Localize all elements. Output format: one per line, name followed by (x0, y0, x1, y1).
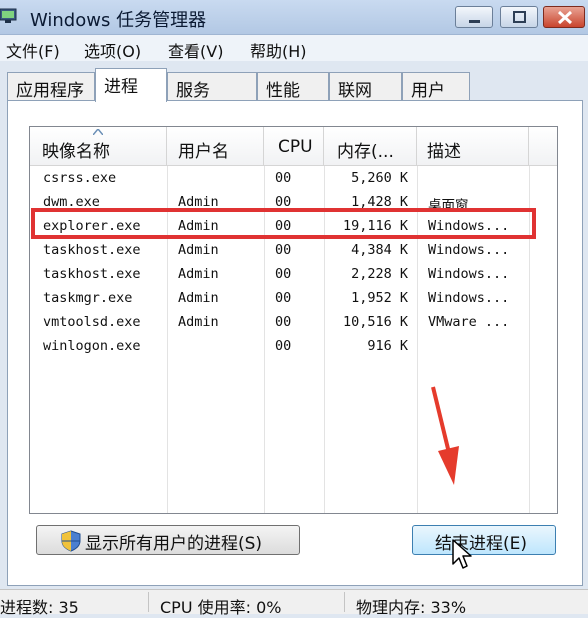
status-separator (344, 592, 345, 612)
cell-cpu: 00 (275, 266, 292, 282)
tab-applications[interactable]: 应用程序 (7, 72, 95, 101)
column-header-memory[interactable]: 内存(... (324, 127, 417, 165)
cell-image-name: dwm.exe (43, 194, 100, 210)
cell-description: Windows... (428, 242, 510, 258)
process-row[interactable]: winlogon.exe 00 916 K (30, 335, 557, 359)
cell-user: Admin (178, 314, 219, 330)
menu-options[interactable]: 选项(O) (84, 38, 141, 62)
process-row[interactable]: taskhost.exe Admin 00 4,384 K Windows... (30, 239, 557, 263)
cell-user: Admin (178, 242, 219, 258)
process-row[interactable]: taskhost.exe Admin 00 2,228 K Windows... (30, 263, 557, 287)
mouse-cursor-icon (452, 539, 472, 569)
cell-user: Admin (178, 194, 219, 210)
cell-image-name: winlogon.exe (43, 338, 141, 354)
column-header-filler (529, 127, 557, 165)
process-row[interactable]: taskmgr.exe Admin 00 1,952 K Windows... (30, 287, 557, 311)
process-row[interactable]: dwm.exe Admin 00 1,428 K 桌面窗... (30, 191, 557, 215)
end-process-label: 结束进程(E) (435, 534, 528, 554)
status-physical-memory: 物理内存: 33% (356, 598, 467, 617)
column-header-description[interactable]: 描述 (417, 127, 529, 165)
cell-image-name: taskhost.exe (43, 266, 141, 282)
menu-help[interactable]: 帮助(H) (250, 38, 307, 62)
cell-memory: 1,428 K (351, 194, 408, 210)
cell-cpu: 00 (275, 290, 292, 306)
menu-file[interactable]: 文件(F) (6, 38, 60, 62)
process-list[interactable]: 映像名称 用户名 CPU 内存(... 描述 csrss.exe 00 5,26… (29, 126, 558, 514)
menu-bar: 文件(F) 选项(O) 查看(V) 帮助(H) (0, 35, 588, 61)
cell-memory: 5,260 K (351, 170, 408, 186)
sort-arrow-icon (93, 129, 103, 135)
cell-cpu: 00 (275, 338, 292, 354)
cell-image-name: explorer.exe (43, 218, 141, 234)
column-label: 映像名称 (42, 142, 110, 162)
column-header-user-name[interactable]: 用户名 (167, 127, 264, 165)
cell-description: 桌面窗... (428, 198, 493, 214)
cell-description: VMware ... (428, 314, 510, 330)
column-header-cpu[interactable]: CPU (264, 127, 324, 165)
close-icon (557, 10, 573, 25)
cell-memory: 10,516 K (342, 314, 408, 330)
column-header-image-name[interactable]: 映像名称 (30, 127, 167, 165)
process-row[interactable]: csrss.exe 00 5,260 K (30, 167, 557, 191)
menu-view[interactable]: 查看(V) (168, 38, 223, 62)
tab-performance[interactable]: 性能 (257, 72, 329, 101)
maximize-icon (513, 11, 526, 23)
cell-cpu: 00 (275, 314, 292, 330)
cell-image-name: taskhost.exe (43, 242, 141, 258)
status-cpu-usage: CPU 使用率: 0% (160, 598, 282, 617)
process-row[interactable]: vmtoolsd.exe Admin 00 10,516 K VMware ..… (30, 311, 557, 335)
column-label: 描述 (427, 142, 461, 162)
header-divider (30, 165, 557, 166)
window-title: Windows 任务管理器 (30, 10, 207, 31)
cell-user: Admin (178, 266, 219, 282)
tab-users[interactable]: 用户 (402, 72, 470, 101)
cell-cpu: 00 (275, 194, 292, 210)
cell-image-name: csrss.exe (43, 170, 117, 186)
show-all-processes-label: 显示所有用户的进程(S) (85, 534, 263, 554)
cell-cpu: 00 (275, 218, 292, 234)
cell-image-name: vmtoolsd.exe (43, 314, 141, 330)
cell-cpu: 00 (275, 242, 292, 258)
cell-memory: 2,228 K (351, 266, 408, 282)
shield-icon (61, 530, 81, 552)
cell-cpu: 00 (275, 170, 292, 186)
close-button[interactable] (543, 6, 585, 28)
cell-description: Windows... (428, 290, 510, 306)
title-bar: Windows 任务管理器 (0, 0, 588, 35)
cell-memory: 1,952 K (351, 290, 408, 306)
minimize-button[interactable] (455, 6, 493, 28)
cell-user: Admin (178, 290, 219, 306)
cell-user: Admin (178, 218, 219, 234)
cell-memory: 4,384 K (351, 242, 408, 258)
maximize-button[interactable] (500, 6, 538, 28)
cell-image-name: taskmgr.exe (43, 290, 133, 306)
column-label: 用户名 (178, 142, 229, 162)
tab-services[interactable]: 服务 (167, 72, 257, 101)
show-all-processes-button[interactable]: 显示所有用户的进程(S) (36, 525, 300, 555)
column-label: 内存(... (337, 142, 394, 162)
cell-description: Windows... (428, 218, 510, 234)
end-process-button[interactable]: 结束进程(E) (412, 525, 556, 555)
cell-description: Windows... (428, 266, 510, 282)
cell-memory: 19,116 K (342, 218, 408, 234)
minimize-icon (469, 20, 480, 23)
column-label: CPU (278, 137, 313, 157)
tab-networking[interactable]: 联网 (329, 72, 402, 101)
status-separator (148, 592, 149, 612)
status-process-count: 进程数: 35 (0, 598, 79, 617)
process-row[interactable]: explorer.exe Admin 00 19,116 K Windows..… (30, 215, 557, 239)
cell-memory: 916 K (367, 338, 408, 354)
tab-processes[interactable]: 进程 (95, 68, 167, 102)
status-bar: 进程数: 35 CPU 使用率: 0% 物理内存: 33% (0, 589, 588, 617)
monitor-icon (0, 8, 17, 23)
